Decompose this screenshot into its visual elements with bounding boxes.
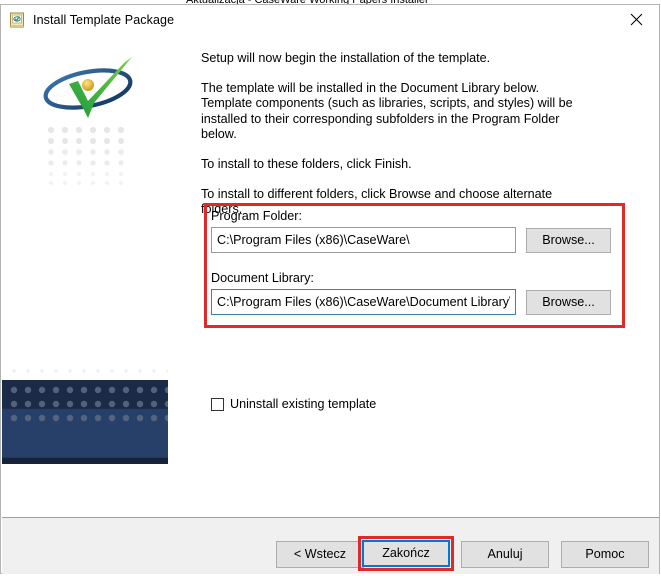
instruction-paragraph-3: To install to these folders, click Finis… bbox=[201, 156, 412, 171]
decorative-dot-grid-dark bbox=[4, 384, 168, 430]
program-folder-label: Program Folder: bbox=[211, 209, 302, 223]
program-folder-row: Browse... bbox=[211, 227, 621, 253]
program-folder-input[interactable] bbox=[211, 227, 516, 253]
document-library-input[interactable] bbox=[211, 289, 516, 315]
footer-button-bar: < Wstecz Anuluj Pomoc bbox=[2, 518, 659, 574]
install-template-package-dialog: Install Template Package Setup will now … bbox=[0, 4, 660, 574]
instruction-paragraph-2: The template will be installed in the Do… bbox=[201, 80, 573, 142]
dialog-title: Install Template Package bbox=[33, 13, 175, 27]
help-button[interactable]: Pomoc bbox=[561, 541, 649, 568]
uninstall-existing-template-label: Uninstall existing template bbox=[230, 397, 377, 411]
setup-package-icon bbox=[9, 12, 25, 28]
document-library-group: Document Library: Browse... bbox=[211, 271, 621, 315]
finish-button[interactable]: Zakończ bbox=[362, 540, 450, 567]
screenshot-root: Aktualizacja - CaseWare Working Papers I… bbox=[0, 0, 661, 576]
side-banner-dark-band bbox=[2, 380, 168, 464]
decorative-dot-grid-upper bbox=[47, 126, 131, 186]
dialog-footer: < Wstecz Anuluj Pomoc bbox=[2, 518, 659, 574]
wizard-side-banner bbox=[2, 35, 168, 475]
document-library-label: Document Library: bbox=[211, 271, 314, 285]
program-folder-group: Program Folder: Browse... bbox=[211, 209, 621, 253]
program-folder-browse-button[interactable]: Browse... bbox=[526, 227, 611, 253]
wizard-instructions: Setup will now begin the installation of… bbox=[201, 51, 641, 218]
uninstall-existing-template-checkbox[interactable] bbox=[211, 397, 224, 411]
caseware-checkmark-logo bbox=[28, 53, 150, 123]
document-library-row: Browse... bbox=[211, 289, 621, 315]
back-button[interactable]: < Wstecz bbox=[276, 541, 364, 568]
close-icon[interactable] bbox=[614, 5, 659, 34]
instruction-paragraph-1: Setup will now begin the installation of… bbox=[201, 51, 491, 65]
cancel-button[interactable]: Anuluj bbox=[461, 541, 549, 568]
dialog-titlebar: Install Template Package bbox=[1, 5, 659, 35]
document-library-browse-button[interactable]: Browse... bbox=[526, 289, 611, 315]
uninstall-existing-template-row[interactable]: Uninstall existing template bbox=[211, 397, 376, 411]
